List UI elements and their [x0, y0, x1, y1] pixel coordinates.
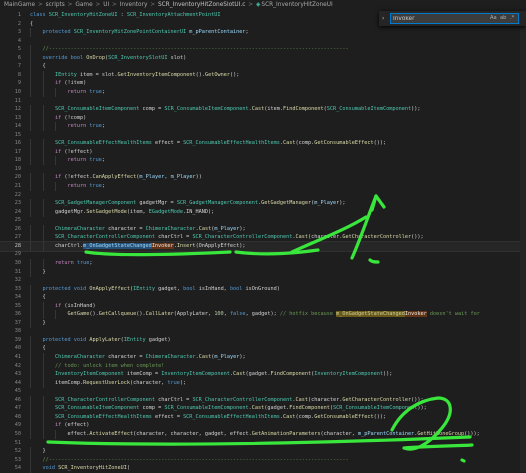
chevron-right-icon: >: [148, 2, 157, 8]
chevron-right-icon[interactable]: ›: [382, 14, 384, 23]
breadcrumb-item[interactable]: UI: [103, 2, 109, 8]
breadcrumb-item[interactable]: SCR_InventoryHitZoneSlotUI.c: [158, 2, 245, 8]
match-case-toggle[interactable]: Aa: [490, 15, 497, 22]
match-whole-word-toggle[interactable]: ab: [500, 15, 506, 22]
chevron-right-icon: >: [93, 2, 103, 8]
chevron-right-icon: >: [36, 2, 45, 8]
breadcrumb-symbol[interactable]: SCR_InventoryHitZoneUI: [261, 2, 332, 8]
chevron-right-icon: >: [246, 2, 255, 8]
use-regex-toggle[interactable]: .*: [510, 15, 514, 22]
breadcrumb-item[interactable]: MainGame: [4, 2, 35, 8]
code-editor[interactable]: 1 class SCR_InventoryHitZoneUI : SCR_Inve…: [0, 11, 526, 473]
find-widget: › Aa ab .*: [379, 11, 526, 26]
breadcrumb-item[interactable]: Game: [75, 2, 92, 8]
breadcrumb: MainGame > scripts > Game > UI > Invento…: [0, 0, 526, 11]
editor-scrollbar[interactable]: [520, 11, 526, 472]
class-symbol-icon: ◈: [255, 2, 261, 8]
chevron-right-icon: >: [65, 2, 75, 8]
chevron-right-icon: >: [110, 2, 119, 8]
breadcrumb-item[interactable]: Inventory: [120, 2, 148, 8]
breadcrumb-item[interactable]: scripts: [46, 2, 65, 8]
